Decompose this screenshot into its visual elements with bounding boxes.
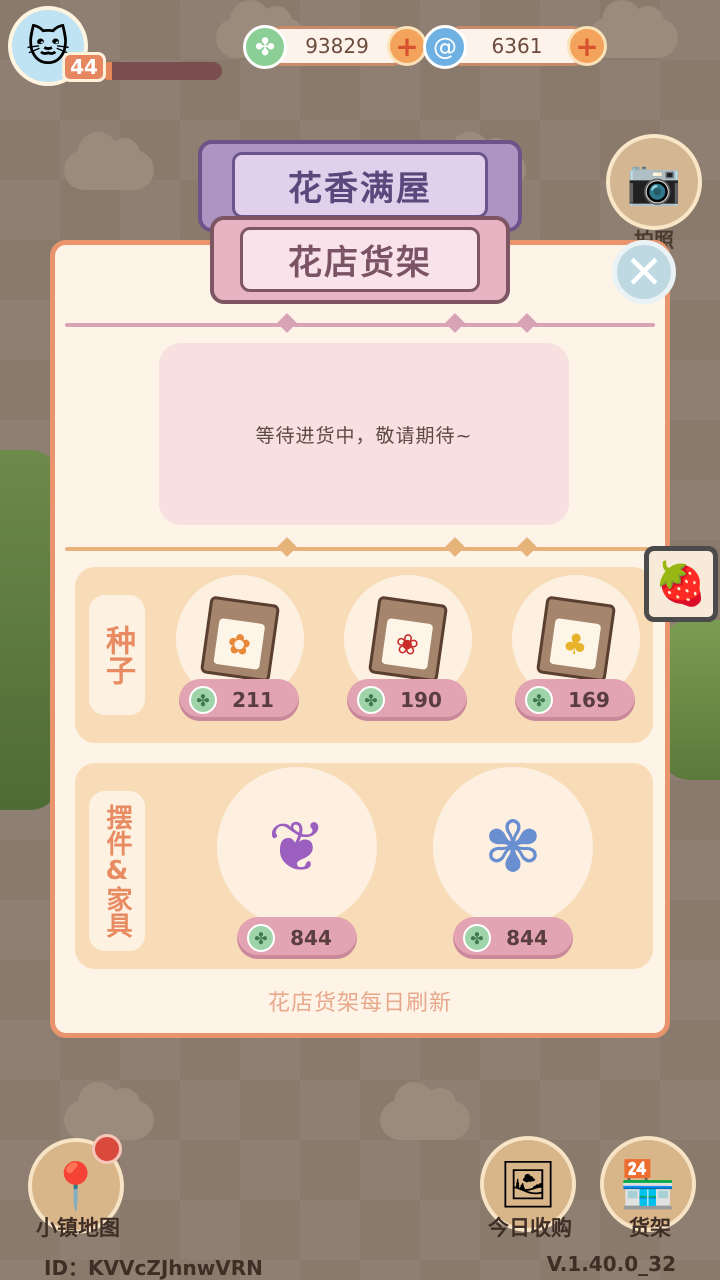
divider-gem [277,313,297,333]
user-id: ID：KVVcZJhnwVRN [44,1256,263,1280]
close-button[interactable]: ✕ [612,240,676,304]
wisteria-vase-icon: ❦ [267,806,327,888]
refresh-note: 花店货架每日刷新 [267,991,452,1016]
price-button[interactable]: ✤ 190 [347,679,467,721]
shop-shelf-panel: 等待进货中，敬请期待~ 种子 ✿ ✤ 211 ❀ ✤ 190 ♣ ✤ 169 摆… [50,240,670,1038]
seed-packet-icon: ♣ [535,595,617,683]
subtitle-banner: 花店货架 [210,216,510,304]
clover-currency-value: 93829 [305,34,369,58]
clover-coin-icon: ✤ [463,924,491,952]
price-value: 844 [290,926,332,950]
orange-flower-icon: ✿ [213,617,266,670]
furniture-section: 摆件&家具 ❦ ✤ 844 ✾ ✤ 844 [75,763,653,969]
red-flower-icon: ❀ [381,617,434,670]
clover-coin-icon: ✤ [189,686,217,714]
decoration-item[interactable]: ❦ ✤ 844 [215,767,379,959]
divider [65,313,655,333]
xp-progress-bar [100,62,222,80]
seed-item[interactable]: ✿ ✤ 211 [175,575,305,721]
add-clover-button[interactable]: + [387,26,427,66]
swirl-currency-value: 6361 [491,34,543,58]
clover-coin-icon: ✤ [247,924,275,952]
divider [65,537,655,557]
add-swirl-button[interactable]: + [567,26,607,66]
divider-gem [517,313,537,333]
market-stall-icon: 🏪 [619,1156,677,1211]
flower-shelf-icon: ✾ [483,806,543,888]
seed-packet-icon: ❀ [367,595,449,683]
seeds-section: 种子 ✿ ✤ 211 ❀ ✤ 190 ♣ ✤ 169 [75,567,653,743]
version-label: V.1.40.0_32 [546,1252,676,1276]
clover-currency: ✤ 93829 + [243,25,427,69]
price-button[interactable]: ✤ 211 [179,679,299,721]
town-map-label: 小镇地图 [36,1216,120,1240]
cloud-decoration [64,132,154,190]
page-title: 花香满屋 [232,152,488,218]
easel-icon: 🖼 [498,1156,558,1211]
price-value: 169 [568,688,610,712]
price-button[interactable]: ✤ 169 [515,679,635,721]
clover-coin-icon: ✤ [243,25,287,69]
price-button[interactable]: ✤ 844 [237,917,357,959]
swirl-gem-icon: @ [423,25,467,69]
restock-notice: 等待进货中，敬请期待~ [159,343,569,525]
photo-button[interactable]: 📷 拍照 [606,134,702,252]
seed-packet-icon: ✿ [199,595,281,683]
seeds-section-label: 种子 [89,595,145,715]
level-badge: 44 [62,52,106,82]
divider-gem [517,537,537,557]
divider-gem [277,537,297,557]
seed-item[interactable]: ♣ ✤ 169 [511,575,641,721]
clover-coin-icon: ✤ [525,686,553,714]
divider-gem [445,537,465,557]
seed-item[interactable]: ❀ ✤ 190 [343,575,473,721]
today-purchase-label: 今日收购 [488,1216,572,1240]
strawberry-button[interactable]: 🍓 [644,546,718,622]
shelf-label: 货架 [629,1216,671,1240]
swirl-currency: @ 6361 + [423,25,607,69]
notification-dot [92,1134,122,1164]
price-value: 844 [506,926,548,950]
price-value: 211 [232,688,274,712]
panel-title: 花店货架 [240,227,480,292]
decoration-item-frame: ✾ [433,767,593,927]
divider-gem [445,313,465,333]
close-icon: ✕ [624,245,664,299]
map-pin-icon: 📍 [47,1158,105,1213]
cloud-decoration [380,1082,470,1140]
yellow-tulip-icon: ♣ [549,617,602,670]
price-button[interactable]: ✤ 844 [453,917,573,959]
camera-icon: 📷 [626,157,682,208]
decoration-item-frame: ❦ [217,767,377,927]
decoration-item[interactable]: ✾ ✤ 844 [431,767,595,959]
strawberry-icon: 🍓 [654,559,708,608]
furniture-section-label: 摆件&家具 [89,791,145,951]
price-value: 190 [400,688,442,712]
clover-coin-icon: ✤ [357,686,385,714]
